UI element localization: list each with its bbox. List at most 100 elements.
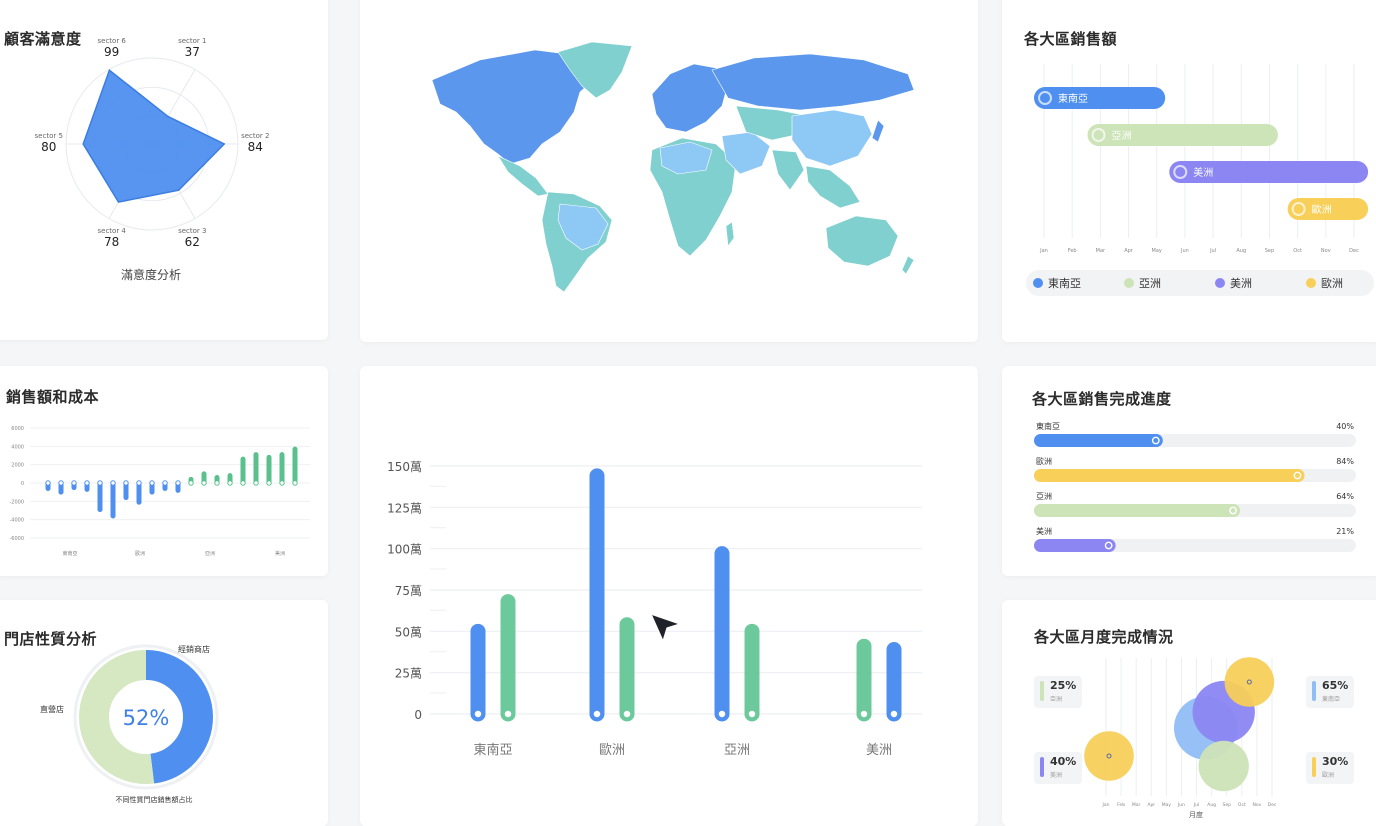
stat-name: 亞洲 [1050,696,1063,703]
sales-bar-base [97,480,103,486]
sales-bar-base [110,480,116,486]
bubble-point [1084,731,1134,781]
radar-sector-value: 62 [185,235,200,249]
sales-bar-base [175,480,181,486]
stat-name: 東南亞 [1322,696,1341,703]
map-japan[interactable] [871,119,885,143]
radar-sector-value: 80 [41,140,56,154]
map-madagascar[interactable] [725,221,735,247]
timeline-legend-marker [1124,278,1134,288]
stat-bar [1040,757,1044,777]
progress-fill [1034,504,1241,517]
sales-ytick: 2000 [11,463,24,469]
sales-ytick: -6000 [9,536,24,542]
sales-bar-base [188,480,194,486]
stat-bar [1312,681,1316,701]
sales-bar-base [240,480,246,486]
main-bar-base [859,709,869,719]
timeline-month-label: Dec [1349,248,1359,254]
timeline-month-label: Feb [1068,248,1077,254]
main-ytick: 0 [414,708,422,722]
map-central-america[interactable] [497,155,549,197]
sales-bar-base [162,480,168,486]
radar-chart: sector 137 sector 284 sector 362 sector 478… [35,37,270,249]
sales-xtick: 亞洲 [205,551,215,557]
main-ytick: 50萬 [395,625,422,639]
bubble-month-label: Dec [1268,802,1277,808]
map-india[interactable] [771,149,805,191]
bubble-month-label: Jun [1177,802,1185,808]
radar-subtitle: 滿意度分析 [120,268,181,282]
sales-cost-card: 銷售額和成本 6000 4000 2000 0 -2000 -4000 -6000 東南亞 歐洲… [0,366,328,576]
map-russia[interactable] [711,53,915,111]
progress-bars: 東南亞 40% 歐洲 84% 亞洲 64% 美洲 21% [1034,421,1356,552]
map-southeast-asia[interactable] [805,165,861,209]
bubble-month-label: Mar [1132,802,1141,808]
main-bar-base [622,709,632,719]
bubble-month-label: Sep [1222,802,1231,808]
timeline-month-label: May [1152,248,1162,254]
radar-sector-label: sector 5 [35,132,63,140]
timeline-legend-label: 亞洲 [1139,277,1161,290]
timeline-month-label: Nov [1321,248,1331,254]
main-category-label: 歐洲 [599,743,625,758]
donut-slice-label: 直營店 [40,704,64,714]
bubble-month-label: Apr [1147,802,1155,808]
bubble-point [1198,740,1249,792]
timeline-month-label: Jun [1180,248,1189,254]
radar-sector-value: 78 [104,235,119,249]
timeline-month-label: Oct [1293,248,1302,254]
donut-slice-label: 經銷商店 [178,644,210,654]
radar-sector-label: sector 1 [178,37,206,45]
map-australia[interactable] [825,215,899,267]
main-bar-base [717,709,727,719]
sales-cost-chart: 6000 4000 2000 0 -2000 -4000 -6000 東南亞 歐洲 亞洲 美洲 [9,426,310,557]
sales-xtick: 美洲 [275,550,285,557]
stat-name: 歐洲 [1322,772,1335,779]
sales-bar-base [266,480,272,486]
bubble-month-label: Jan [1102,802,1110,808]
timeline-bar-label: 亞洲 [1112,130,1132,142]
stat-box-asia: 25% 亞洲 [1034,676,1082,708]
sales-xtick: 東南亞 [62,550,77,557]
timeline-bar-label: 美洲 [1193,166,1213,179]
radar-sector-label: sector 4 [98,227,127,235]
bubble-chart: Jan Feb Mar Apr May Jun Jul Aug Sep Oct Nov Dec月度 [1084,657,1277,819]
timeline-month-label: Jan [1039,248,1048,254]
progress-pct: 21% [1336,527,1354,536]
timeline-card: 各大區銷售額 Jan Feb Mar Apr May Jun Jul Aug Sep Oct Nov… [1002,0,1376,342]
sales-bar-base [253,480,259,486]
main-bar-card: 0 25萬 50萬 75萬 100萬 125萬 150萬 東南亞 歐洲 亞洲 美洲 [360,366,978,826]
main-category-label: 東南亞 [473,742,512,758]
sales-bar-base [201,480,207,486]
world-map[interactable] [360,0,978,342]
sales-xtick: 歐洲 [135,550,145,557]
progress-name: 美洲 [1036,526,1052,536]
progress-pct: 84% [1336,457,1354,466]
stat-bar [1040,681,1044,701]
bubble-point [1224,657,1275,707]
stat-pct: 30% [1322,755,1349,768]
donut-card: 門店性質分析 52% 經銷商店 直營店 不同性質門店銷售額占比 [0,600,328,826]
sales-ytick: 6000 [11,426,24,432]
progress-name: 東南亞 [1036,421,1060,431]
stat-pct: 25% [1050,679,1077,692]
bubble-card: 各大區月度完成情況 Jan Feb Mar Apr May Jun Jul Aug Sep Oct… [1002,600,1376,826]
bubble-month-label: Jul [1193,802,1199,808]
stat-pct: 65% [1322,679,1349,692]
timeline-chart: Jan Feb Mar Apr May Jun Jul Aug Sep Oct Nov Dec東南亞亞… [1026,64,1374,296]
sales-bar-base [149,480,155,486]
timeline-legend-label: 東南亞 [1048,277,1081,290]
sales-ytick: 0 [21,481,24,487]
main-category-label: 美洲 [866,743,892,758]
main-ytick: 150萬 [387,460,422,474]
bubble-month-label: May [1162,802,1172,808]
timeline-bar-label: 歐洲 [1312,203,1332,216]
map-china[interactable] [791,109,873,167]
main-bar-base [473,709,483,719]
sales-ytick: 4000 [11,444,24,450]
map-new-zealand[interactable] [901,255,915,275]
timeline-month-label: Jul [1209,248,1216,254]
progress-name: 歐洲 [1036,456,1052,466]
progress-name: 亞洲 [1036,492,1052,501]
